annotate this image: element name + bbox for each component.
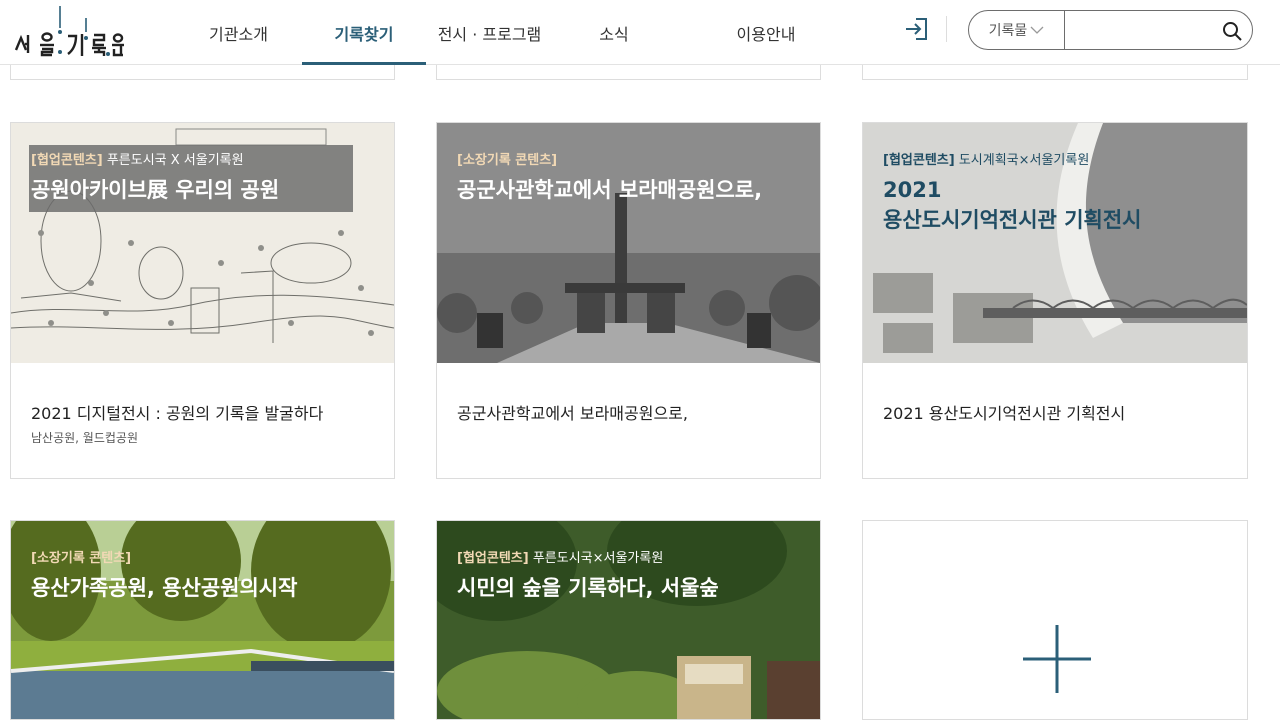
card-tag: [소장기록 콘텐츠] — [457, 153, 558, 168]
exhibition-card[interactable]: [협업콘텐츠] 푸른도시국×서울가록원 시민의 숲을 기록하다, 서울숲 — [436, 520, 821, 720]
nav-item-about[interactable]: 기관소개 — [175, 0, 302, 65]
divider — [946, 16, 947, 42]
chevron-down-icon — [1030, 26, 1044, 34]
main-nav: 기관소개 기록찾기 전시 · 프로그램 소식 이용안내 — [175, 0, 857, 65]
card-overlay-title: 시민의 숲을 기록하다, 서울숲 — [457, 576, 719, 600]
card-subtitle: 남산공원, 월드컵공원 — [31, 431, 138, 445]
card-thumbnail: [협업콘텐츠] 푸른도시국 X 서울기록원 공원아카이브展 우리의 공원 — [11, 123, 394, 363]
card-tag: [협업콘텐츠] 푸른도시국×서울가록원 — [457, 551, 664, 566]
card-overlay-title: 공군사관학교에서 보라매공원으로, — [457, 178, 763, 202]
nav-item-guide[interactable]: 이용안내 — [675, 0, 857, 65]
site-header: 기관소개 기록찾기 전시 · 프로그램 소식 이용안내 기록물 — [0, 0, 1280, 65]
card-title: 2021 용산도시기억전시관 기획전시 — [883, 404, 1126, 423]
card-thumbnail: [소장기록 콘텐츠] 용산가족공원, 용산공원의시작 — [11, 521, 394, 719]
search-icon[interactable] — [1221, 20, 1243, 42]
search-category-label: 기록물 — [988, 23, 1028, 39]
load-more-card[interactable] — [862, 520, 1248, 720]
card-title: 공군사관학교에서 보라매공원으로, — [457, 404, 688, 423]
site-logo[interactable] — [10, 4, 125, 58]
card-tag: [협업콘텐츠] 푸른도시국 X 서울기록원 — [31, 153, 244, 168]
search-category-select[interactable]: 기록물 — [969, 11, 1065, 49]
exhibition-card[interactable]: [소장기록 콘텐츠] 공군사관학교에서 보라매공원으로, 공군사관학교에서 보라… — [436, 122, 821, 479]
exhibition-card[interactable]: [협업콘텐츠] 도시계획국×서울기록원 2021 용산도시기억전시관 기획전시 2… — [862, 122, 1248, 479]
card-thumbnail: [소장기록 콘텐츠] 공군사관학교에서 보라매공원으로, — [437, 123, 820, 363]
card-overlay-title: 2021 용산도시기억전시관 기획전시 — [883, 178, 1142, 232]
nav-item-records-search[interactable]: 기록찾기 — [302, 0, 426, 65]
search-input[interactable] — [1069, 15, 1209, 45]
login-icon[interactable] — [902, 14, 932, 44]
nav-item-news[interactable]: 소식 — [553, 0, 675, 65]
card-overlay-title: 공원아카이브展 우리의 공원 — [31, 178, 280, 202]
card-tag: [협업콘텐츠] 도시계획국×서울기록원 — [883, 153, 1090, 168]
nav-item-exhibition-program[interactable]: 전시 · 프로그램 — [426, 0, 553, 65]
exhibition-card[interactable]: [협업콘텐츠] 푸른도시국 X 서울기록원 공원아카이브展 우리의 공원 202… — [10, 122, 395, 479]
card-thumbnail: [협업콘텐츠] 푸른도시국×서울가록원 시민의 숲을 기록하다, 서울숲 — [437, 521, 820, 719]
card-thumbnail: [협업콘텐츠] 도시계획국×서울기록원 2021 용산도시기억전시관 기획전시 — [863, 123, 1247, 363]
card-title: 2021 디지털전시 : 공원의 기록을 발굴하다 — [31, 404, 324, 423]
plus-icon — [1023, 625, 1091, 693]
search-bar: 기록물 — [968, 10, 1253, 50]
card-tag: [소장기록 콘텐츠] — [31, 551, 132, 566]
card-overlay-title: 용산가족공원, 용산공원의시작 — [31, 576, 298, 600]
exhibition-card[interactable]: [소장기록 콘텐츠] 용산가족공원, 용산공원의시작 — [10, 520, 395, 720]
